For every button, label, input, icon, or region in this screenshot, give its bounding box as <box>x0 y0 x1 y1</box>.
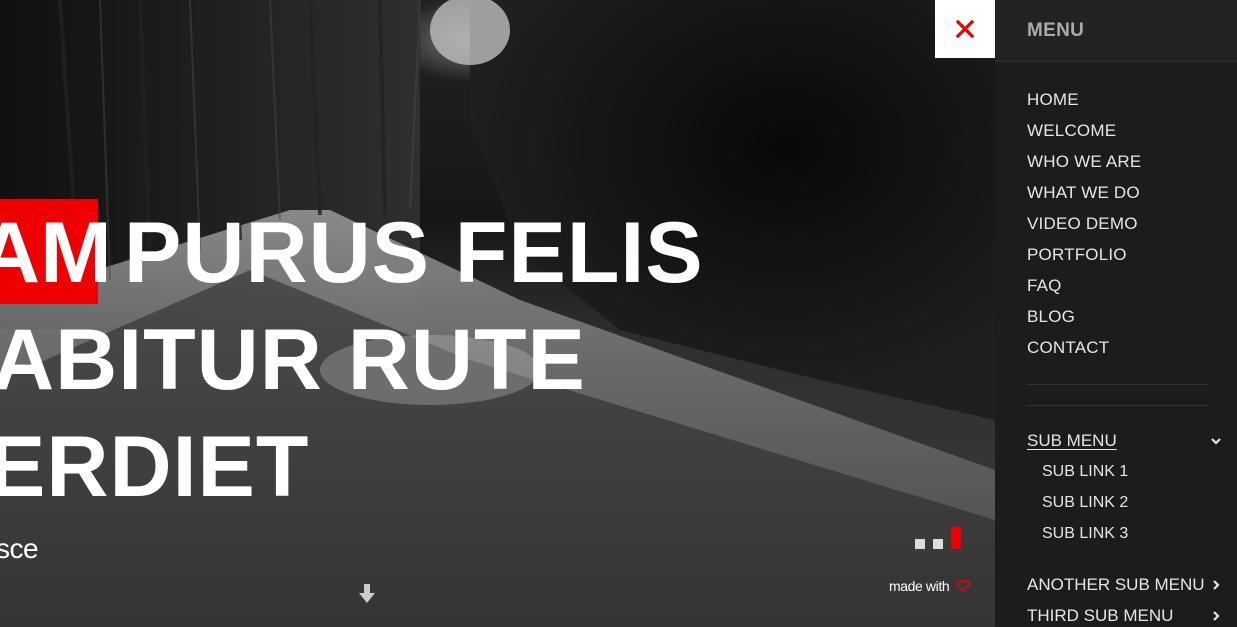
headline-line-3: ERDIET <box>0 419 310 515</box>
chevron-right-icon <box>1213 580 1220 590</box>
menu-item-welcome[interactable]: WELCOME <box>1027 120 1141 151</box>
side-menu: MENU HOME WELCOME WHO WE ARE WHAT WE DO … <box>995 0 1237 627</box>
menu-item-home[interactable]: HOME <box>1027 89 1141 120</box>
menu-item-faq[interactable]: FAQ <box>1027 275 1141 306</box>
another-submenu-label: ANOTHER SUB MENU <box>1027 575 1205 594</box>
made-with-label: made with <box>889 578 950 594</box>
menu-divider <box>1027 405 1208 406</box>
menu-item-who-we-are[interactable]: WHO WE ARE <box>1027 151 1141 182</box>
another-submenu-toggle[interactable]: ANOTHER SUB MENU <box>1027 574 1223 596</box>
heart-icon <box>956 578 970 594</box>
submenu-links: SUB LINK 1 SUB LINK 2 SUB LINK 3 <box>1042 461 1128 554</box>
made-with-credit[interactable]: made with <box>889 578 970 594</box>
headline-highlight-word: AM <box>0 205 112 301</box>
menu-header: MENU <box>995 0 1237 62</box>
headline-line-1: PURUS FELIS <box>124 205 704 301</box>
close-menu-button[interactable] <box>935 0 995 58</box>
chevron-right-icon <box>1213 611 1220 621</box>
menu-item-contact[interactable]: CONTACT <box>1027 337 1141 368</box>
submenu-link-1[interactable]: SUB LINK 1 <box>1042 461 1128 492</box>
arrow-down-icon[interactable] <box>354 581 380 607</box>
menu-item-video-demo[interactable]: VIDEO DEMO <box>1027 213 1141 244</box>
submenu-label: SUB MENU <box>1027 431 1117 450</box>
close-icon <box>956 20 974 38</box>
menu-item-what-we-do[interactable]: WHAT WE DO <box>1027 182 1141 213</box>
third-submenu-toggle[interactable]: THIRD SUB MENU <box>1027 605 1223 627</box>
chevron-down-icon <box>1211 438 1221 445</box>
slider-dot[interactable] <box>933 539 943 549</box>
hero-subtext: sce <box>0 533 39 564</box>
menu-item-blog[interactable]: BLOG <box>1027 306 1141 337</box>
slider-dot[interactable] <box>915 539 925 549</box>
slider-dot-active[interactable] <box>951 527 961 549</box>
slider-pagination <box>915 527 965 551</box>
menu-item-portfolio[interactable]: PORTFOLIO <box>1027 244 1141 275</box>
submenu-toggle[interactable]: SUB MENU <box>1027 430 1223 452</box>
headline-line-2: ABITUR RUTE <box>0 312 586 408</box>
submenu-link-3[interactable]: SUB LINK 3 <box>1042 523 1128 554</box>
hero-section: AM PURUS FELIS ABITUR RUTE ERDIET sce ma… <box>0 0 995 627</box>
menu-list: HOME WELCOME WHO WE ARE WHAT WE DO VIDEO… <box>1027 89 1141 368</box>
third-submenu-label: THIRD SUB MENU <box>1027 606 1174 625</box>
menu-title: MENU <box>1027 19 1085 41</box>
menu-divider <box>1027 384 1208 385</box>
submenu-link-2[interactable]: SUB LINK 2 <box>1042 492 1128 523</box>
